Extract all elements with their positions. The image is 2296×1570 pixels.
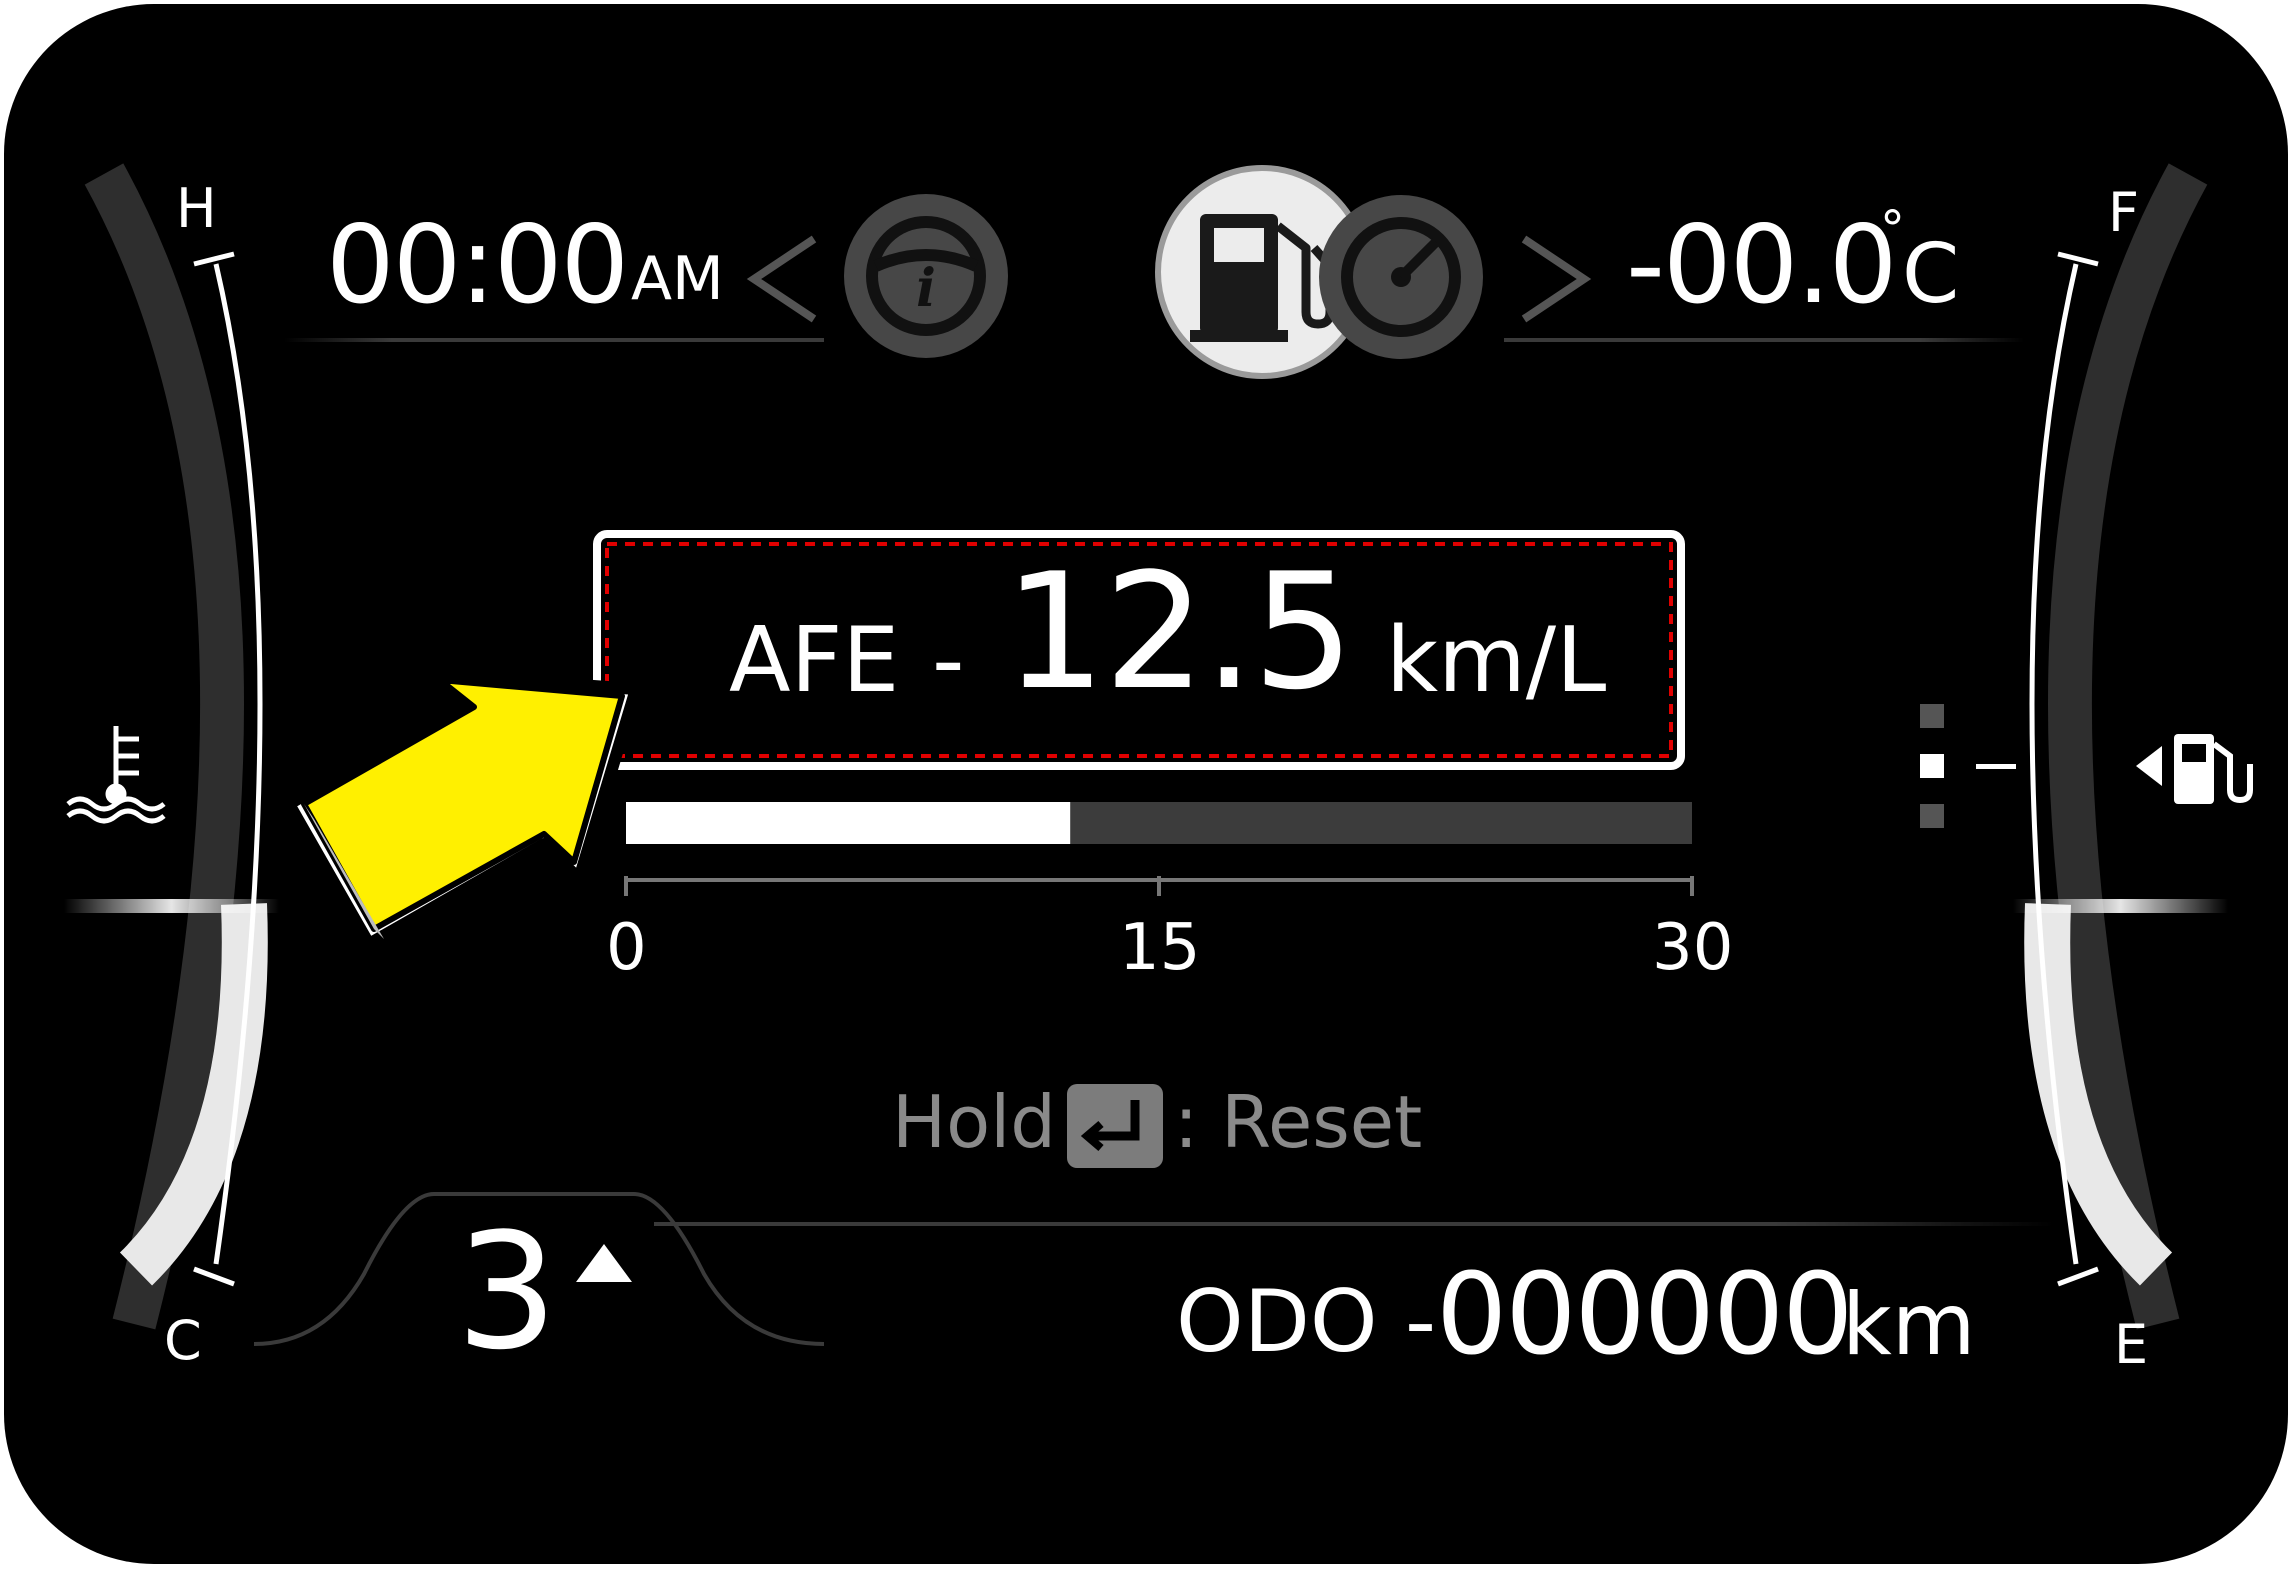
menu-left-chevron xyxy=(746,235,817,323)
fuel-gauge-empty-label: E xyxy=(2114,1313,2149,1376)
temp-gauge-high-label: H xyxy=(176,177,217,240)
gear-position: 3 xyxy=(456,1198,558,1385)
menu-right-chevron xyxy=(1521,235,1592,323)
reset-hint-hold: Hold xyxy=(892,1080,1056,1164)
fuel-filler-side-icon xyxy=(2136,734,2253,804)
odometer-unit: km xyxy=(1842,1275,1976,1375)
temp-gauge-low-label: C xyxy=(164,1309,202,1372)
shift-up-indicator xyxy=(576,1244,632,1282)
afe-tick-label-0: 0 xyxy=(606,911,647,985)
afe-tick-label-30: 30 xyxy=(1652,911,1734,985)
outside-temperature: -00.0 xyxy=(1626,203,1897,328)
top-left-divider xyxy=(284,338,824,342)
fuel-gauge-full-label: F xyxy=(2108,181,2140,244)
callout-arrow xyxy=(283,668,642,950)
svg-text:i: i xyxy=(916,258,936,319)
odometer-value: 000000 xyxy=(1436,1250,1854,1380)
afe-bar-fill xyxy=(626,802,1071,844)
bottom-divider xyxy=(654,1222,2054,1226)
temp-gauge-needle xyxy=(64,899,279,913)
outside-temperature-unit: C xyxy=(1902,227,1960,322)
clock-ampm: AM xyxy=(631,244,724,314)
instrument-cluster-display: i 00:00 AM -00.0 ° C H C F E AFE - 12.5 … xyxy=(4,4,2288,1564)
coolant-temperature-icon xyxy=(66,726,166,824)
odometer-label: ODO - xyxy=(1176,1272,1436,1372)
temperature-gauge xyxy=(64,163,279,1330)
reset-hint-reset: : Reset xyxy=(1174,1080,1423,1164)
speedometer-icon[interactable] xyxy=(1319,195,1483,359)
afe-value: 12.5 xyxy=(1004,538,1354,725)
fuel-level-indicator xyxy=(1920,704,1944,828)
afe-bar xyxy=(624,802,1694,896)
afe-label: AFE xyxy=(729,608,900,713)
afe-separator: - xyxy=(932,608,965,713)
top-right-divider xyxy=(1504,338,2024,342)
trip-info-icon[interactable]: i xyxy=(844,194,1008,358)
enter-key-icon xyxy=(1067,1084,1163,1168)
afe-tick-label-15: 15 xyxy=(1119,911,1201,985)
clock-time: 00:00 xyxy=(326,203,629,328)
afe-unit: km/L xyxy=(1386,608,1607,713)
fuel-gauge-needle xyxy=(2013,899,2228,913)
